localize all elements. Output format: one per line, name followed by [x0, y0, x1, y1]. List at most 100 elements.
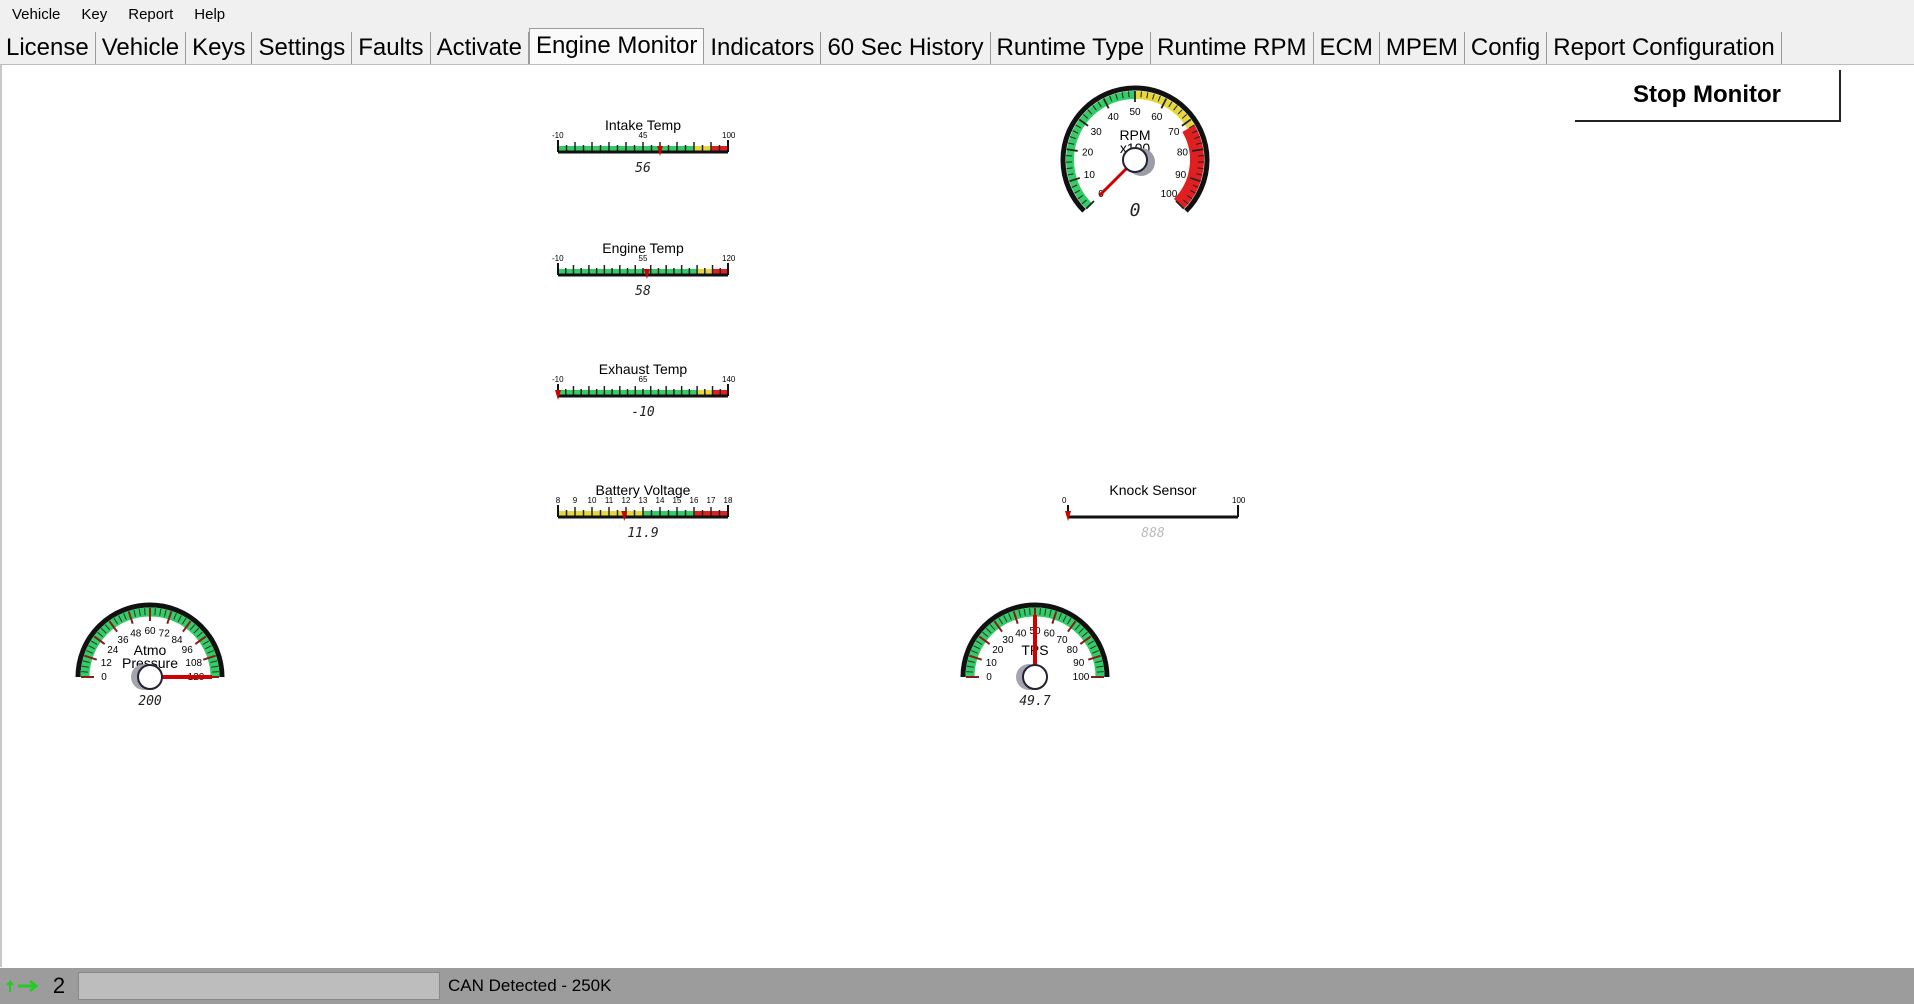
dial-tick — [1096, 671, 1104, 673]
gauge-tick-label: 17 — [707, 496, 716, 505]
menu-bar: Vehicle Key Report Help — [0, 0, 1914, 28]
dial-tick-label: 12 — [101, 658, 113, 669]
gauge-mid-label: 55 — [639, 254, 648, 263]
dial-tick-label: 90 — [1073, 658, 1085, 669]
rpm-tick-label: 40 — [1108, 112, 1120, 123]
gauge-tick-label: 16 — [690, 496, 699, 505]
engine-monitor-panel — [0, 65, 1914, 967]
tps-gauge: 0102030405060708090100TPS49.7 — [960, 602, 1110, 709]
status-bar: 2 CAN Detected - 250K — [0, 968, 1914, 1004]
gauge-digital-readout: 11.9 — [627, 526, 658, 541]
gauge-mid-label: 65 — [639, 375, 648, 384]
dial-tick — [1039, 608, 1041, 616]
dial-tick-label: 60 — [144, 626, 156, 637]
gauge-title: Knock Sensor — [1109, 482, 1196, 498]
exhaust-temp-gauge: Exhaust Temp-10 14065-10 — [552, 361, 736, 420]
battery-voltage-gauge: Battery Voltage8 9 10 11 12 13 14 15 16 17 1811.9 — [556, 482, 733, 541]
gauge-min-label: -10 — [552, 254, 564, 263]
menu-vehicle[interactable]: Vehicle — [3, 6, 69, 23]
dial-tick-label: 10 — [986, 658, 998, 669]
gauge-max-label: 100 — [722, 131, 736, 140]
tab-keys[interactable]: Keys — [186, 32, 253, 64]
tab-runtime-rpm[interactable]: Runtime RPM — [1151, 32, 1314, 64]
menu-key[interactable]: Key — [72, 6, 116, 23]
tab-faults[interactable]: Faults — [352, 32, 431, 64]
dial-tick-label: 108 — [185, 658, 202, 669]
rpm-tick-label: 30 — [1091, 127, 1103, 138]
gauge-tick-label: 18 — [724, 496, 733, 505]
dial-tick-label: 36 — [117, 635, 129, 646]
dial-tick-label: 96 — [182, 645, 194, 656]
dial-tick — [211, 671, 219, 673]
gauge-digital-readout: 58 — [635, 284, 651, 299]
gauge-max-label: 140 — [722, 375, 736, 384]
gauge-tick-label: 15 — [673, 496, 682, 505]
menu-help[interactable]: Help — [185, 6, 234, 23]
rpm-tick — [1140, 91, 1142, 98]
dial-tick-label: 40 — [1015, 628, 1027, 639]
dial-tick — [1029, 608, 1031, 616]
gauge-tick-label: 8 — [556, 496, 561, 505]
tab-activate[interactable]: Activate — [431, 32, 529, 64]
rpm-hub — [1122, 147, 1148, 173]
gauge-tick-label: 14 — [656, 496, 665, 505]
tab-config[interactable]: Config — [1465, 32, 1548, 64]
rpm-tick-label: 80 — [1177, 147, 1189, 158]
dial-tick — [154, 608, 156, 616]
dial-tick-label: 0 — [986, 672, 992, 683]
tab-runtime-type[interactable]: Runtime Type — [991, 32, 1152, 64]
menu-report[interactable]: Report — [119, 6, 182, 23]
dial-digital-readout: 200 — [138, 694, 162, 709]
dial-hub — [137, 664, 163, 690]
connection-arrows-icon — [6, 979, 39, 993]
status-message: CAN Detected - 250K — [448, 976, 612, 995]
gauge-tick-label: 10 — [588, 496, 597, 505]
dial-tick-label: 100 — [1073, 672, 1090, 683]
gauge-max-label: 120 — [722, 254, 736, 263]
dial-digital-readout: 49.7 — [1019, 694, 1050, 709]
gauge-digital-readout: 56 — [635, 161, 651, 176]
tab-report-configuration[interactable]: Report Configuration — [1547, 32, 1782, 64]
dial-tick-label: 72 — [159, 628, 171, 639]
dial-tick-label: 24 — [107, 645, 119, 656]
dial-tick — [966, 671, 974, 673]
tab-engine-monitor[interactable]: Engine Monitor — [528, 28, 705, 64]
status-progress-field — [78, 972, 440, 1000]
atmo-pressure-gauge: 01224364860728496108120AtmoPressure200 — [75, 602, 225, 709]
rpm-tick-label: 50 — [1129, 107, 1141, 118]
gauge-tick-label: 13 — [639, 496, 648, 505]
rpm-tick-label: 70 — [1168, 127, 1180, 138]
tab-indicators[interactable]: Indicators — [704, 32, 822, 64]
gauge-max-label: 100 — [1232, 496, 1246, 505]
gauge-digital-readout: 888 — [1141, 526, 1165, 541]
intake-temp-gauge: Intake Temp-10 1004556 — [552, 117, 736, 176]
tab-vehicle[interactable]: Vehicle — [96, 32, 187, 64]
gauge-digital-readout: -10 — [631, 405, 655, 420]
tab-mpem[interactable]: MPEM — [1380, 32, 1465, 64]
gauge-tick-label: 12 — [622, 496, 631, 505]
gauge-min-label: -10 — [552, 375, 564, 384]
dial-tick-label: 0 — [101, 672, 107, 683]
rpm-digital-readout: 0 — [1130, 200, 1141, 221]
status-count: 2 — [52, 973, 66, 998]
knock-sensor-gauge: Knock Sensor 0 100 888 — [1062, 482, 1246, 541]
rpm-tick-label: 60 — [1151, 112, 1163, 123]
dial-hub — [1022, 664, 1048, 690]
rpm-tick-label: 10 — [1084, 170, 1096, 181]
rpm-tick-label: 90 — [1175, 170, 1187, 181]
dial-tick-label: 20 — [992, 645, 1004, 656]
tab-60-sec-history[interactable]: 60 Sec History — [821, 32, 991, 64]
tab-ecm[interactable]: ECM — [1314, 32, 1380, 64]
rpm-gauge: 0102030405060708090100RPMx1000 — [1060, 85, 1210, 221]
dial-tick-label: 60 — [1044, 628, 1056, 639]
tab-license[interactable]: License — [0, 32, 96, 64]
engine-temp-gauge: Engine Temp-10 1205558 — [552, 240, 736, 299]
rpm-tick — [1128, 91, 1130, 98]
rpm-yellow-band — [1134, 91, 1195, 130]
gauge-min-label: 0 — [1062, 496, 1067, 505]
tab-settings[interactable]: Settings — [252, 32, 353, 64]
dial-tick-label: 48 — [130, 628, 142, 639]
stop-monitor-button[interactable]: Stop Monitor — [1575, 70, 1841, 122]
gauge-min-label: -10 — [552, 131, 564, 140]
rpm-tick-label: 100 — [1161, 189, 1178, 200]
